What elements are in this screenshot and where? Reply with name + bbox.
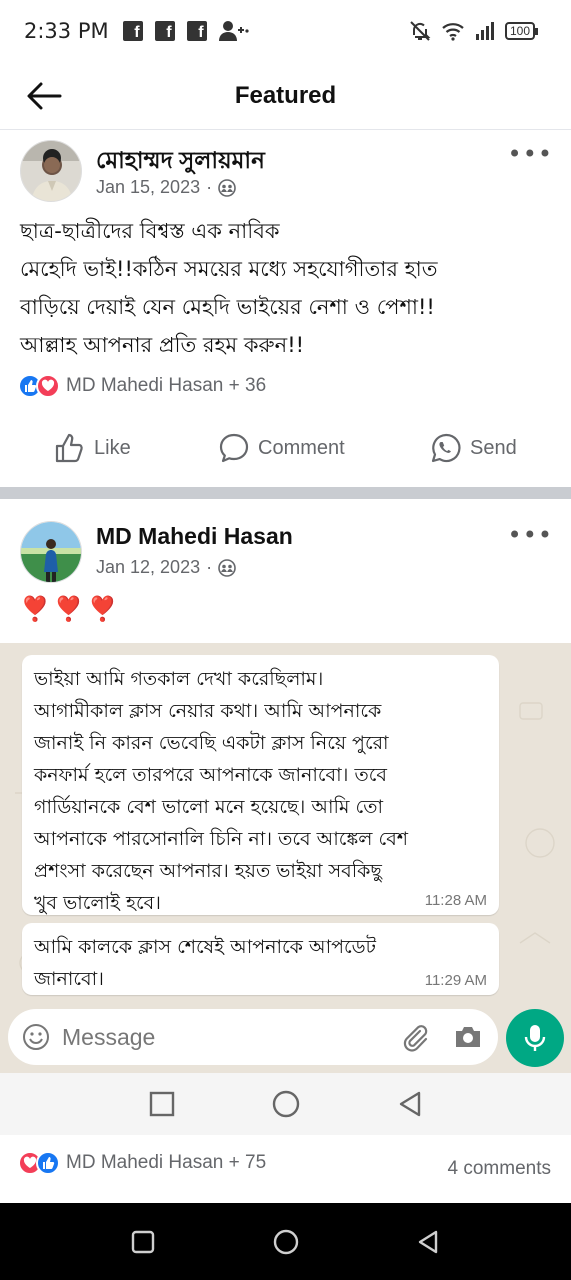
post-date[interactable]: Jan 15, 2023 <box>96 177 200 198</box>
home-icon[interactable] <box>272 1228 300 1256</box>
post-meta: Jan 15, 2023 · <box>96 177 236 198</box>
author-avatar[interactable] <box>20 521 82 583</box>
back-icon[interactable] <box>415 1229 441 1255</box>
message-time: 11:28 AM <box>424 892 487 909</box>
circle-home-icon <box>272 1090 299 1118</box>
post-meta: Jan 12, 2023 · <box>96 557 236 578</box>
chat-message-bubble: আমি কালকে ক্লাস শেষেই আপনাকে আপডেট জানাব… <box>22 923 499 995</box>
comment-icon <box>219 433 249 463</box>
more-options-button[interactable]: ••• <box>508 523 553 547</box>
triangle-back-icon <box>399 1091 420 1117</box>
send-button[interactable]: Send <box>430 432 517 464</box>
system-status-icons: 100 <box>409 20 539 42</box>
comments-count-link[interactable]: 4 comments <box>448 1158 551 1180</box>
microphone-button <box>506 1009 564 1067</box>
notification-icons: f f f <box>122 20 249 42</box>
screenshot-nav-bar <box>0 1073 571 1135</box>
facebook-notification-icon: f <box>186 21 207 41</box>
camera-icon <box>456 1027 480 1047</box>
facebook-notification-icon: f <box>154 21 175 41</box>
page-title: Featured <box>234 81 337 109</box>
message-placeholder: Message <box>62 1023 156 1050</box>
meta-separator: · <box>206 177 213 197</box>
status-bar: 2:33 PM f f f 100 <box>0 0 571 62</box>
system-nav-bar <box>0 1203 571 1280</box>
post-actions: Like Comment Send <box>0 418 571 478</box>
chat-message-bubble: ভাইয়া আমি গতকাল দেখা করেছিলাম। আগামীকাল… <box>22 655 499 915</box>
author-name[interactable]: মোহাম্মদ সুলায়মান <box>96 142 265 181</box>
post-date[interactable]: Jan 12, 2023 <box>96 557 200 578</box>
comment-button[interactable]: Comment <box>218 432 345 464</box>
author-name[interactable]: MD Mahedi Hasan <box>96 523 293 550</box>
whatsapp-send-icon <box>431 433 461 463</box>
more-options-button[interactable]: ••• <box>508 142 553 166</box>
love-reaction-icon <box>36 374 60 398</box>
reactions-summary[interactable]: MD Mahedi Hasan + 75 <box>18 1151 266 1175</box>
facebook-notification-icon: f <box>122 21 143 41</box>
page-header: Featured <box>0 62 571 130</box>
post-2-footer: MD Mahedi Hasan + 75 4 comments <box>0 1135 571 1203</box>
like-reaction-icon <box>36 1151 60 1175</box>
meta-separator: · <box>206 557 213 577</box>
like-label: Like <box>94 436 131 459</box>
post-image-chat-screenshot[interactable]: ভাইয়া আমি গতকাল দেখা করেছিলাম। আগামীকাল… <box>0 643 571 1135</box>
message-time: 11:29 AM <box>424 972 487 989</box>
message-text: ভাইয়া আমি গতকাল দেখা করেছিলাম। আগামীকাল… <box>34 668 409 914</box>
attach-icon <box>403 1025 428 1052</box>
post-1: মোহাম্মদ সুলায়মান Jan 15, 2023 · ••• ছা… <box>0 130 571 487</box>
reactions-label: MD Mahedi Hasan + 75 <box>66 1152 267 1173</box>
post-divider <box>0 487 571 499</box>
like-icon <box>55 433 83 463</box>
post-text: ছাত্র-ছাত্রীদের বিশ্বস্ত এক নাবিক মেহেদি… <box>20 219 438 357</box>
message-input-bar: Message <box>8 1009 498 1065</box>
audience-friends-icon[interactable] <box>218 178 236 197</box>
status-time: 2:33 PM <box>24 19 109 43</box>
audience-friends-icon[interactable] <box>218 558 236 577</box>
comment-label: Comment <box>258 436 345 459</box>
reactions-summary[interactable]: MD Mahedi Hasan + 36 <box>18 374 266 398</box>
avatar-photo <box>21 141 81 201</box>
back-arrow-icon[interactable] <box>24 80 64 112</box>
wifi-icon <box>442 23 464 41</box>
message-text: আমি কালকে ক্লাস শেষেই আপনাকে আপডেট জানাব… <box>34 936 376 990</box>
microphone-icon <box>524 1025 546 1051</box>
friend-request-icon <box>218 21 249 41</box>
battery-icon: 100 <box>504 22 539 40</box>
mute-icon <box>410 21 431 41</box>
post-2: MD Mahedi Hasan Jan 12, 2023 · ••• ❣️❣️❣… <box>0 499 571 643</box>
signal-icon <box>475 22 494 40</box>
author-avatar[interactable] <box>20 140 82 202</box>
send-label: Send <box>470 436 517 459</box>
avatar-photo <box>21 522 81 582</box>
reactions-label: MD Mahedi Hasan + 36 <box>66 375 267 396</box>
emoji-icon <box>23 1024 49 1050</box>
post-emoji: ❣️❣️❣️ <box>20 595 122 623</box>
recent-apps-icon[interactable] <box>130 1229 156 1255</box>
like-button[interactable]: Like <box>54 432 131 464</box>
square-recent-icon <box>149 1091 174 1117</box>
